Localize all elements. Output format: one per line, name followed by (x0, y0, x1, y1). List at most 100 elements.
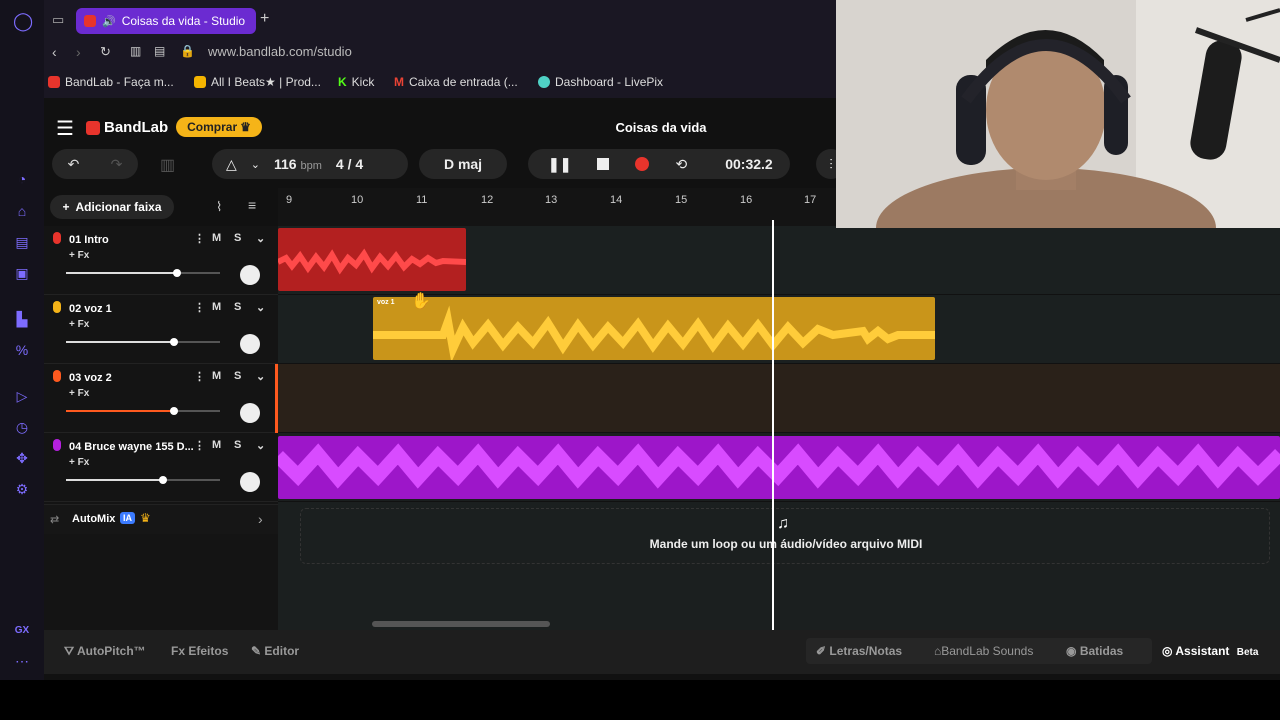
time-signature[interactable]: 4 / 4 (336, 156, 363, 172)
lane-4[interactable] (278, 433, 1280, 502)
volume-slider[interactable] (66, 407, 220, 415)
forward-icon[interactable]: › (76, 44, 81, 60)
sounds-button[interactable]: ⌂BandLab Sounds (934, 644, 1033, 658)
clip-voz-1[interactable]: voz 1 (373, 297, 935, 360)
reload-icon[interactable]: ↻ (100, 44, 111, 60)
mute-button[interactable]: M (212, 301, 221, 313)
gx-icon[interactable]: GX (13, 622, 31, 640)
bookmark-beats[interactable]: All I Beats★ | Prod... (194, 75, 321, 89)
add-fx-button[interactable]: + Fx (69, 250, 89, 261)
add-fx-button[interactable]: + Fx (69, 319, 89, 330)
new-tab-icon[interactable]: + (260, 10, 269, 28)
effects-button[interactable]: Fx Efeitos (171, 644, 228, 658)
chevron-down-icon[interactable]: ⌄ (256, 301, 265, 314)
pan-knob[interactable] (240, 265, 260, 285)
volume-slider[interactable] (66, 269, 220, 277)
undo-icon[interactable]: ↶ (68, 156, 80, 173)
percent-icon[interactable]: % (13, 341, 31, 359)
project-title[interactable]: Coisas da vida (584, 120, 738, 135)
mute-button[interactable]: M (212, 232, 221, 244)
back-icon[interactable]: ‹ (52, 44, 57, 60)
player-icon[interactable]: ▷ (13, 387, 31, 405)
track-menu-icon[interactable]: ⋮ (194, 232, 205, 245)
automix-row[interactable]: ⇄ AutoMix IA ♛ › (44, 504, 278, 534)
pan-knob[interactable] (240, 472, 260, 492)
lane-3[interactable] (275, 364, 1280, 433)
chevron-down-icon[interactable]: ⌄ (256, 232, 265, 245)
metronome-icon[interactable]: △ (226, 156, 237, 173)
history-icon[interactable]: ◷ (13, 418, 31, 436)
track-settings-icon[interactable]: ≡ (248, 197, 256, 213)
lyrics-button[interactable]: ✐ Letras/Notas (816, 644, 902, 658)
track-name[interactable]: 01 Intro (69, 234, 109, 246)
assistant-button[interactable]: ◎ Assistant Beta (1162, 644, 1258, 658)
tempo-value[interactable]: 116 bpm (274, 156, 322, 172)
track-control-3[interactable]: 03 voz 2 + Fx ⋮ M S ⌄ (44, 364, 278, 433)
opera-logo-icon[interactable]: ◯ (13, 12, 33, 30)
add-fx-button[interactable]: + Fx (69, 388, 89, 399)
menu-icon[interactable]: ☰ (56, 116, 74, 141)
editor-button[interactable]: ✎ Editor (251, 644, 299, 658)
solo-button[interactable]: S (234, 439, 241, 451)
pause-icon[interactable]: ❚❚ (548, 156, 571, 173)
solo-button[interactable]: S (234, 301, 241, 313)
chevron-down-icon[interactable]: ⌄ (256, 439, 265, 452)
key-selector[interactable]: D maj (419, 149, 507, 179)
chevron-down-icon[interactable]: ⌄ (256, 370, 265, 383)
tuner-icon[interactable]: ⌇ (216, 199, 222, 215)
solo-button[interactable]: S (234, 370, 241, 382)
bookmark-kick[interactable]: K Kick (338, 75, 374, 89)
extensions-icon[interactable]: ✥ (13, 449, 31, 467)
url-field[interactable]: www.bandlab.com/studio (208, 44, 352, 59)
track-menu-icon[interactable]: ⋮ (194, 370, 205, 383)
track-control-2[interactable]: 02 voz 1 + Fx ⋮ M S ⌄ (44, 295, 278, 364)
track-menu-icon[interactable]: ⋮ (194, 439, 205, 452)
horizontal-scrollbar[interactable] (372, 621, 550, 627)
buy-button[interactable]: Comprar ♛ (176, 117, 262, 137)
beats-button[interactable]: ◉ Batidas (1066, 644, 1123, 658)
track-control-1[interactable]: 01 Intro + Fx ⋮ M S ⌄ (44, 226, 278, 295)
messenger-icon[interactable]: ▣ (13, 264, 31, 282)
aria-icon[interactable]: ◔ (13, 170, 31, 188)
more-icon[interactable]: ⋯ (13, 652, 31, 670)
autopitch-button[interactable]: ⛛ AutoPitch™ (64, 644, 146, 659)
bandlab-logo[interactable]: BandLab (86, 119, 168, 136)
snapshot-icon[interactable]: ▥ (130, 44, 141, 58)
track-menu-icon[interactable]: ⋮ (194, 301, 205, 314)
chevron-down-icon[interactable]: ⌄ (251, 158, 260, 171)
twitch-icon[interactable]: ▙ (13, 310, 31, 328)
track-control-4[interactable]: 04 Bruce wayne 155 D... + Fx ⋮ M S ⌄ (44, 433, 278, 502)
shop-icon[interactable]: ⌂ (13, 202, 31, 220)
tab-islands-icon[interactable]: ▭ (52, 12, 64, 28)
mute-button[interactable]: M (212, 370, 221, 382)
bookmark-bandlab[interactable]: BandLab - Faça m... (48, 75, 174, 89)
stop-icon[interactable] (597, 158, 610, 170)
volume-slider[interactable] (66, 476, 220, 484)
pan-knob[interactable] (240, 403, 260, 423)
piano-icon[interactable]: ▥ (160, 155, 175, 175)
pan-knob[interactable] (240, 334, 260, 354)
bookmark-gmail[interactable]: M Caixa de entrada (... (394, 75, 518, 89)
mute-button[interactable]: M (212, 439, 221, 451)
redo-icon[interactable]: ↷ (111, 156, 123, 173)
track-name[interactable]: 03 voz 2 (69, 372, 112, 384)
clip-intro[interactable] (278, 228, 466, 291)
loop-icon[interactable]: ⟲ (675, 156, 687, 173)
volume-slider[interactable] (66, 338, 220, 346)
track-name[interactable]: 02 voz 1 (69, 303, 112, 315)
playhead[interactable] (772, 220, 774, 630)
lane-1[interactable] (278, 226, 1280, 295)
chevron-right-icon[interactable]: › (258, 511, 263, 527)
add-track-button[interactable]: + Adicionar faixa (50, 195, 174, 219)
drop-zone[interactable]: ♫ Mande um loop ou um áudio/vídeo arquiv… (300, 508, 1270, 564)
settings-icon[interactable]: ⚙ (13, 480, 31, 498)
record-icon[interactable] (635, 157, 650, 171)
clip-bruce-wayne[interactable] (278, 436, 1280, 499)
solo-button[interactable]: S (234, 232, 241, 244)
gallery-icon[interactable]: ▤ (13, 233, 31, 251)
lock-icon[interactable]: 🔒 (180, 44, 195, 58)
print-icon[interactable]: ▤ (154, 44, 165, 58)
track-name[interactable]: 04 Bruce wayne 155 D... (69, 441, 194, 453)
tab-active[interactable]: 🔊 Coisas da vida - Studio (76, 8, 256, 34)
bookmark-livepix[interactable]: Dashboard - LivePix (538, 75, 663, 89)
